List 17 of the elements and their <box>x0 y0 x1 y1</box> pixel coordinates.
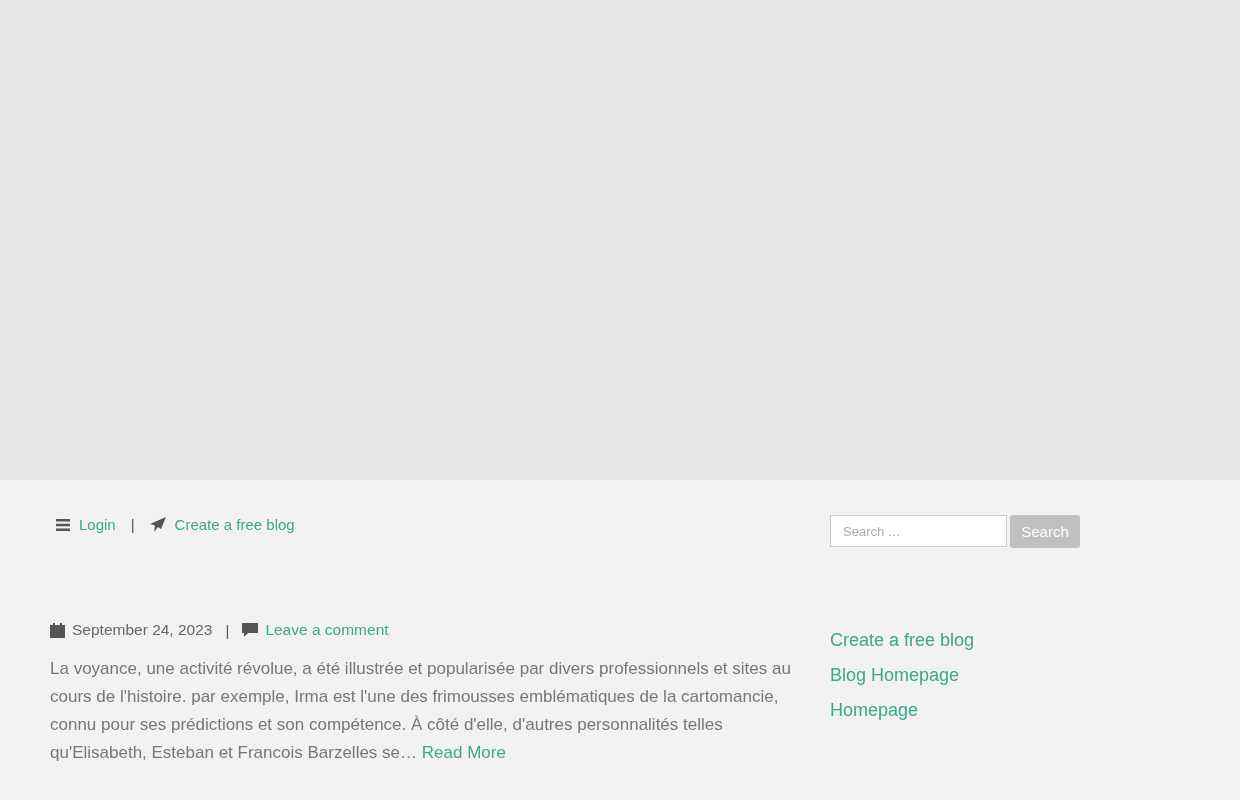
comment-link[interactable]: Leave a comment <box>265 621 389 639</box>
speech-bubble-icon <box>242 622 259 638</box>
read-more-link[interactable]: Read More <box>421 743 506 762</box>
separator: | <box>130 516 135 533</box>
search-field[interactable]: Search … <box>830 515 1007 547</box>
login-link[interactable]: Login <box>79 516 116 533</box>
calendar-icon <box>50 622 65 638</box>
paper-plane-icon <box>149 517 166 532</box>
sidebar-link[interactable]: Homepage <box>830 698 919 723</box>
sidebar-link[interactable]: Blog Homepage <box>830 663 960 688</box>
separator: | <box>225 621 230 639</box>
post-date: September 24, 2023 <box>72 621 213 639</box>
search-button[interactable]: Search <box>1010 515 1080 548</box>
create-blog-link[interactable]: Create a free blog <box>174 516 295 533</box>
menu-icon <box>56 518 70 531</box>
post-excerpt: La voyance, une activité révolue, a été illustrée et popularisée par divers professionnels et sites au cours de l'histoire. par exemple, Irma est l'une des frimousses emblématiques de la cartomancie, connu pour ses prédictions et son compétence. À côté d'elle, d'autres personnalités telles qu'Elisabeth, Esteban et Francois Barzelles se… Read More <box>50 658 792 764</box>
sidebar-link[interactable]: Create a free blog <box>830 628 975 653</box>
